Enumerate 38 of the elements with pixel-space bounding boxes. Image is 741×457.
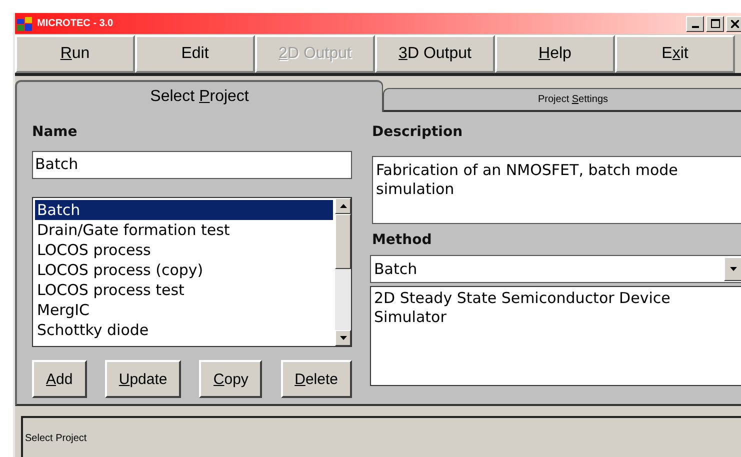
tab[interactable]: Select Project [15,80,383,112]
action-button[interactable]: Copy [199,360,262,398]
maximize-button[interactable] [706,16,724,32]
menu-button[interactable]: Run [15,35,135,73]
method-description: 2D Steady State Semiconductor Device Simulator [370,286,741,386]
menu-button[interactable]: Help [495,35,615,73]
description-label: Description [372,124,463,140]
scroll-up-icon[interactable] [340,204,346,208]
action-button[interactable]: Add [32,360,87,398]
project-item[interactable]: Schottky diode [35,320,333,340]
project-item[interactable]: Batch [35,200,333,220]
project-item[interactable]: LOCOS process (copy) [35,260,333,280]
action-button[interactable]: Delete [280,360,352,398]
scroll-down-icon[interactable] [340,336,346,340]
scrollbar[interactable] [335,198,351,346]
close-button[interactable] [726,16,741,32]
minimize-button[interactable] [686,16,704,32]
maximize-icon [710,19,720,28]
menu-button[interactable]: Exit [615,35,735,73]
name-field[interactable]: Batch [32,151,352,179]
tab[interactable]: Project Settings [383,88,741,112]
action-button[interactable]: Update [104,360,182,398]
method-label: Method [372,232,432,248]
project-item[interactable]: Drain/Gate formation test [35,220,333,240]
name-label: Name [32,124,78,140]
description-field[interactable]: Fabrication of an NMOSFET, batch mode simulation [372,156,741,224]
project-item[interactable]: LOCOS process test [35,280,333,300]
project-item[interactable]: MergIC [35,300,333,320]
window-title: MICROTEC - 3.0 [37,18,114,29]
method-dropdown[interactable]: Batch [370,255,741,283]
dropdown-arrow-icon [730,267,736,271]
close-icon [731,20,739,28]
app-icon [17,16,33,30]
menu-button[interactable]: 3D Output [375,35,495,73]
minimize-icon [692,26,698,28]
project-item[interactable]: LOCOS process [35,240,333,260]
menu-button[interactable]: Edit [135,35,255,73]
status-text: Select Project [25,432,87,444]
